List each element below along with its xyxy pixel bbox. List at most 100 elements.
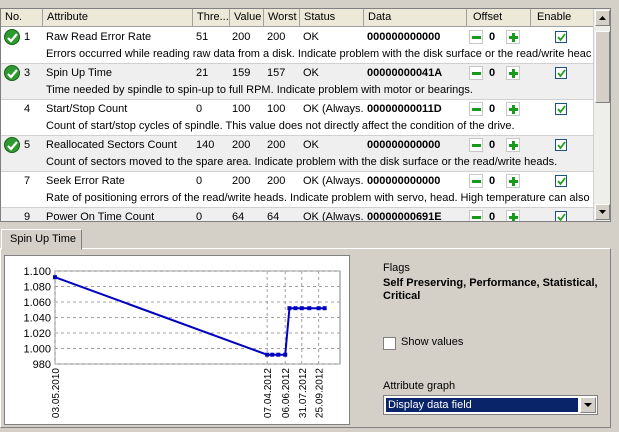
attribute-chart: 1.100 1.080 1.060 1.040 1.020 1.000 980 03.05.2… (4, 255, 350, 425)
offset-increment-button[interactable] (506, 174, 520, 188)
offset-increment-button[interactable] (506, 30, 520, 44)
x-tick-label: 31.07.2012 (298, 368, 309, 418)
offset-value[interactable]: 0 (485, 138, 499, 153)
scroll-up-button[interactable] (595, 10, 610, 26)
data-point (270, 352, 275, 357)
table-row[interactable]: 3 Spin Up Time 21 159 157 OK 00000000041A 0 Time… (1, 64, 594, 100)
cell-value: 64 (232, 211, 245, 222)
cell-threshold: 0 (196, 103, 203, 115)
data-point (287, 306, 292, 311)
cell-data: 000000000000 (367, 175, 441, 187)
offset-decrement-button[interactable] (469, 66, 483, 80)
minus-icon (472, 144, 481, 147)
scroll-down-button[interactable] (595, 204, 610, 220)
minus-icon (472, 72, 481, 75)
cell-threshold: 0 (196, 211, 203, 222)
flags-value: Self Preserving, Performance, Statistica… (383, 277, 598, 302)
offset-increment-button[interactable] (506, 102, 520, 116)
table-row[interactable]: 9 Power On Time Count 0 64 64 OK (Always... 00… (1, 208, 594, 222)
checkmark-icon (557, 177, 566, 186)
enable-checkbox[interactable] (555, 67, 567, 79)
attribute-graph-select[interactable]: Display data field (383, 395, 598, 415)
arrow-down-icon (599, 210, 606, 214)
cell-worst: 64 (267, 211, 280, 222)
cell-worst: 200 (267, 31, 286, 43)
plus-icon (509, 69, 518, 78)
offset-value[interactable]: 0 (485, 210, 499, 221)
cell-value: 200 (232, 31, 251, 43)
cell-attribute: Spin Up Time (46, 67, 113, 79)
attribute-description: Time needed by spindle to spin-up to ful… (46, 84, 473, 96)
cell-value: 200 (232, 139, 251, 151)
column-header-worst[interactable]: Worst (264, 9, 300, 27)
column-header-value[interactable]: Value (230, 9, 264, 27)
enable-checkbox[interactable] (555, 139, 567, 151)
table-scrollbar[interactable] (593, 9, 610, 221)
offset-decrement-button[interactable] (469, 30, 483, 44)
offset-value[interactable]: 0 (485, 30, 499, 45)
scroll-thumb[interactable] (595, 31, 610, 103)
column-header-enable[interactable]: Enable (531, 9, 594, 27)
data-point (307, 306, 312, 311)
table-row[interactable]: 1 Raw Read Error Rate 51 200 200 OK 0000000000… (1, 28, 594, 64)
arrow-up-icon (599, 16, 606, 20)
y-tick-label: 1.060 (23, 297, 51, 309)
column-header-data[interactable]: Data (364, 9, 467, 27)
y-tick-label: 980 (33, 359, 51, 371)
table-row[interactable]: 5 Reallocated Sectors Count 140 200 200 OK 000… (1, 136, 594, 172)
x-tick-label: 06.06.2012 (281, 368, 292, 418)
cell-worst: 157 (267, 67, 286, 79)
offset-increment-button[interactable] (506, 138, 520, 152)
column-header-attribute[interactable]: Attribute (43, 9, 193, 27)
attribute-description: Rate of positioning errors of the read/w… (46, 192, 594, 204)
attribute-graph-selected: Display data field (386, 398, 578, 412)
checkmark-icon (557, 141, 566, 150)
cell-value: 159 (232, 67, 251, 79)
enable-checkbox[interactable] (555, 211, 567, 221)
column-header-threshold[interactable]: Thre... (193, 9, 230, 27)
y-tick-label: 1.080 (23, 282, 51, 294)
checkmark-icon (557, 213, 566, 221)
cell-status: OK (303, 31, 319, 43)
offset-decrement-button[interactable] (469, 102, 483, 116)
data-point (265, 352, 270, 357)
enable-checkbox[interactable] (555, 175, 567, 187)
offset-value[interactable]: 0 (485, 66, 499, 81)
offset-value[interactable]: 0 (485, 102, 499, 117)
cell-worst: 200 (267, 175, 286, 187)
cell-data: 00000000691E (367, 211, 442, 222)
offset-decrement-button[interactable] (469, 210, 483, 221)
show-values-checkbox[interactable] (383, 337, 396, 350)
cell-data: 000000000000 (367, 139, 441, 151)
offset-increment-button[interactable] (506, 66, 520, 80)
plus-icon (509, 105, 518, 114)
attributes-table: No. Attribute Thre... Value Worst Status… (0, 8, 611, 222)
attribute-description: Count of start/stop cycles of spindle. T… (46, 120, 515, 132)
cell-attribute: Start/Stop Count (46, 103, 128, 115)
enable-checkbox[interactable] (555, 103, 567, 115)
table-row[interactable]: 4 Start/Stop Count 0 100 100 OK (Always... 000… (1, 100, 594, 136)
column-header-status[interactable]: Status (300, 9, 364, 27)
attribute-description: Errors occurred while reading raw data f… (46, 48, 592, 60)
column-header-no[interactable]: No. (1, 9, 43, 27)
x-tick-label: 03.05.2010 (51, 368, 62, 418)
data-point (322, 306, 327, 311)
cell-no: 9 (24, 211, 31, 222)
chevron-down-icon (584, 403, 592, 407)
offset-value[interactable]: 0 (485, 174, 499, 189)
data-point (293, 306, 298, 311)
dropdown-button[interactable] (580, 397, 596, 413)
y-tick-label: 1.020 (23, 328, 51, 340)
offset-decrement-button[interactable] (469, 174, 483, 188)
attribute-description: Count of sectors moved to the spare area… (46, 156, 558, 168)
offset-decrement-button[interactable] (469, 138, 483, 152)
x-tick-label: 25.09.2012 (315, 368, 326, 418)
minus-icon (472, 180, 481, 183)
column-header-offset[interactable]: Offset (467, 9, 531, 27)
offset-increment-button[interactable] (506, 210, 520, 221)
table-row[interactable]: 7 Seek Error Rate 0 200 200 OK (Always... 0000… (1, 172, 594, 208)
tab-spin-up-time[interactable]: Spin Up Time (1, 229, 82, 250)
enable-checkbox[interactable] (555, 31, 567, 43)
cell-attribute: Raw Read Error Rate (46, 31, 152, 43)
show-values-label[interactable]: Show values (401, 336, 463, 348)
